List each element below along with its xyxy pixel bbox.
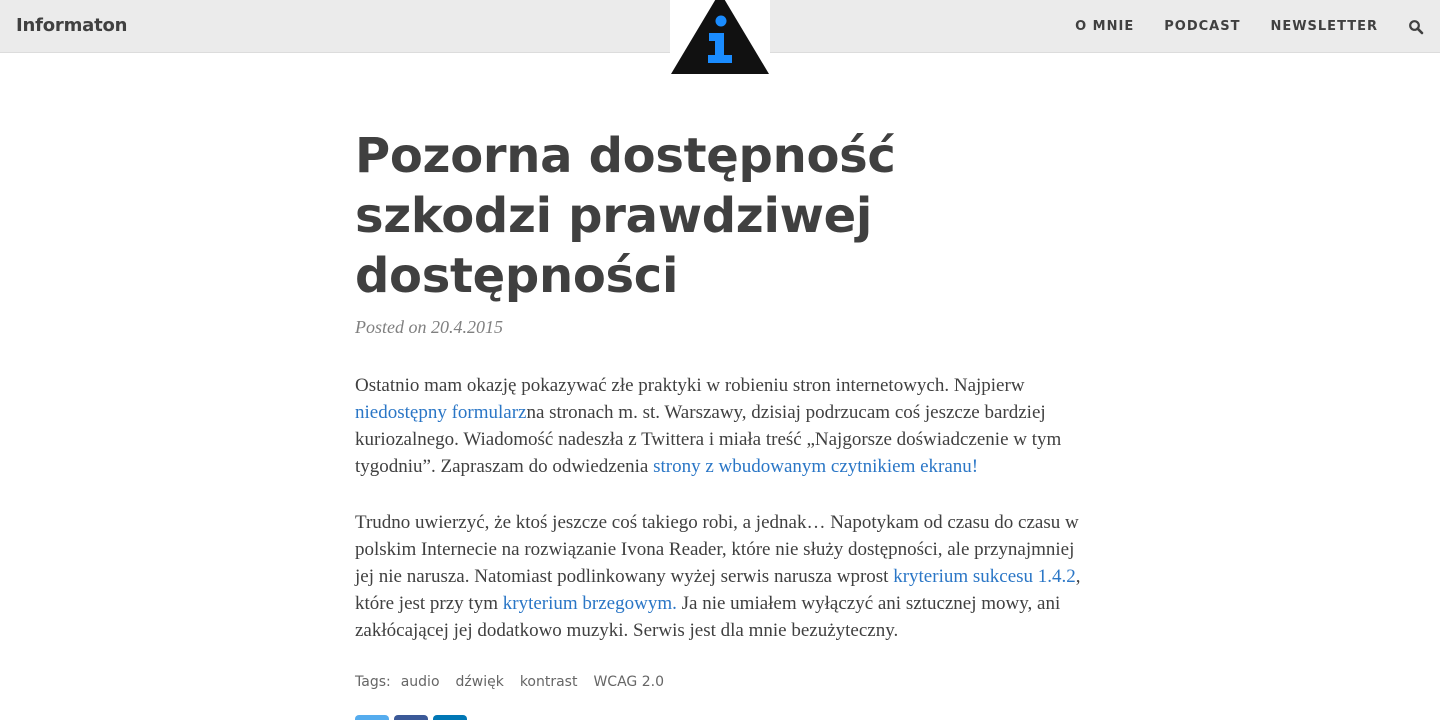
nav-link-newsletter[interactable]: NEWSLETTER [1270,19,1378,34]
link-niedostepny-formularz[interactable]: niedostępny formularz [355,402,526,423]
tag-link[interactable]: kontrast [520,674,578,690]
info-triangle-logo-icon [671,0,769,74]
post-article: Pozorna dostępność szkodzi prawdziwej do… [355,126,1085,690]
post-date: Posted on 20.4.2015 [355,317,503,337]
post-body: Ostatnio mam okazję pokazywać złe prakty… [355,372,1085,644]
nav-link-podcast[interactable]: PODCAST [1164,19,1240,34]
paragraph-1: Ostatnio mam okazję pokazywać złe prakty… [355,372,1085,480]
link-kryterium-sukcesu[interactable]: kryterium sukcesu 1.4.2 [893,566,1076,587]
post-title: Pozorna dostępność szkodzi prawdziwej do… [355,128,896,304]
nav-links: O MNIE PODCAST NEWSLETTER [1075,0,1440,53]
linkedin-share-button[interactable] [433,715,467,720]
post-tags: Tags: audio dźwięk kontrast WCAG 2.0 [355,674,1085,690]
tag-link[interactable]: WCAG 2.0 [593,674,664,690]
paragraph-2: Trudno uwierzyć, że ktoś jeszcze coś tak… [355,509,1085,644]
brand-link[interactable]: Informaton [16,15,127,36]
facebook-share-button[interactable] [394,715,428,720]
paragraph-text: Ostatnio mam okazję pokazywać złe prakty… [355,375,1025,396]
tags-label: Tags: [355,674,391,690]
link-kryterium-brzegowe[interactable]: kryterium brzegowym. [503,593,677,614]
site-logo-link[interactable] [670,0,770,75]
search-icon[interactable] [1408,19,1424,35]
share-buttons [355,715,472,720]
tag-link[interactable]: dźwięk [456,674,504,690]
nav-link-o-mnie[interactable]: O MNIE [1075,19,1134,34]
tag-link[interactable]: audio [401,674,440,690]
twitter-share-button[interactable] [355,715,389,720]
link-strony-z-czytnikiem[interactable]: strony z wbudowanym czytnikiem ekranu! [653,456,978,477]
